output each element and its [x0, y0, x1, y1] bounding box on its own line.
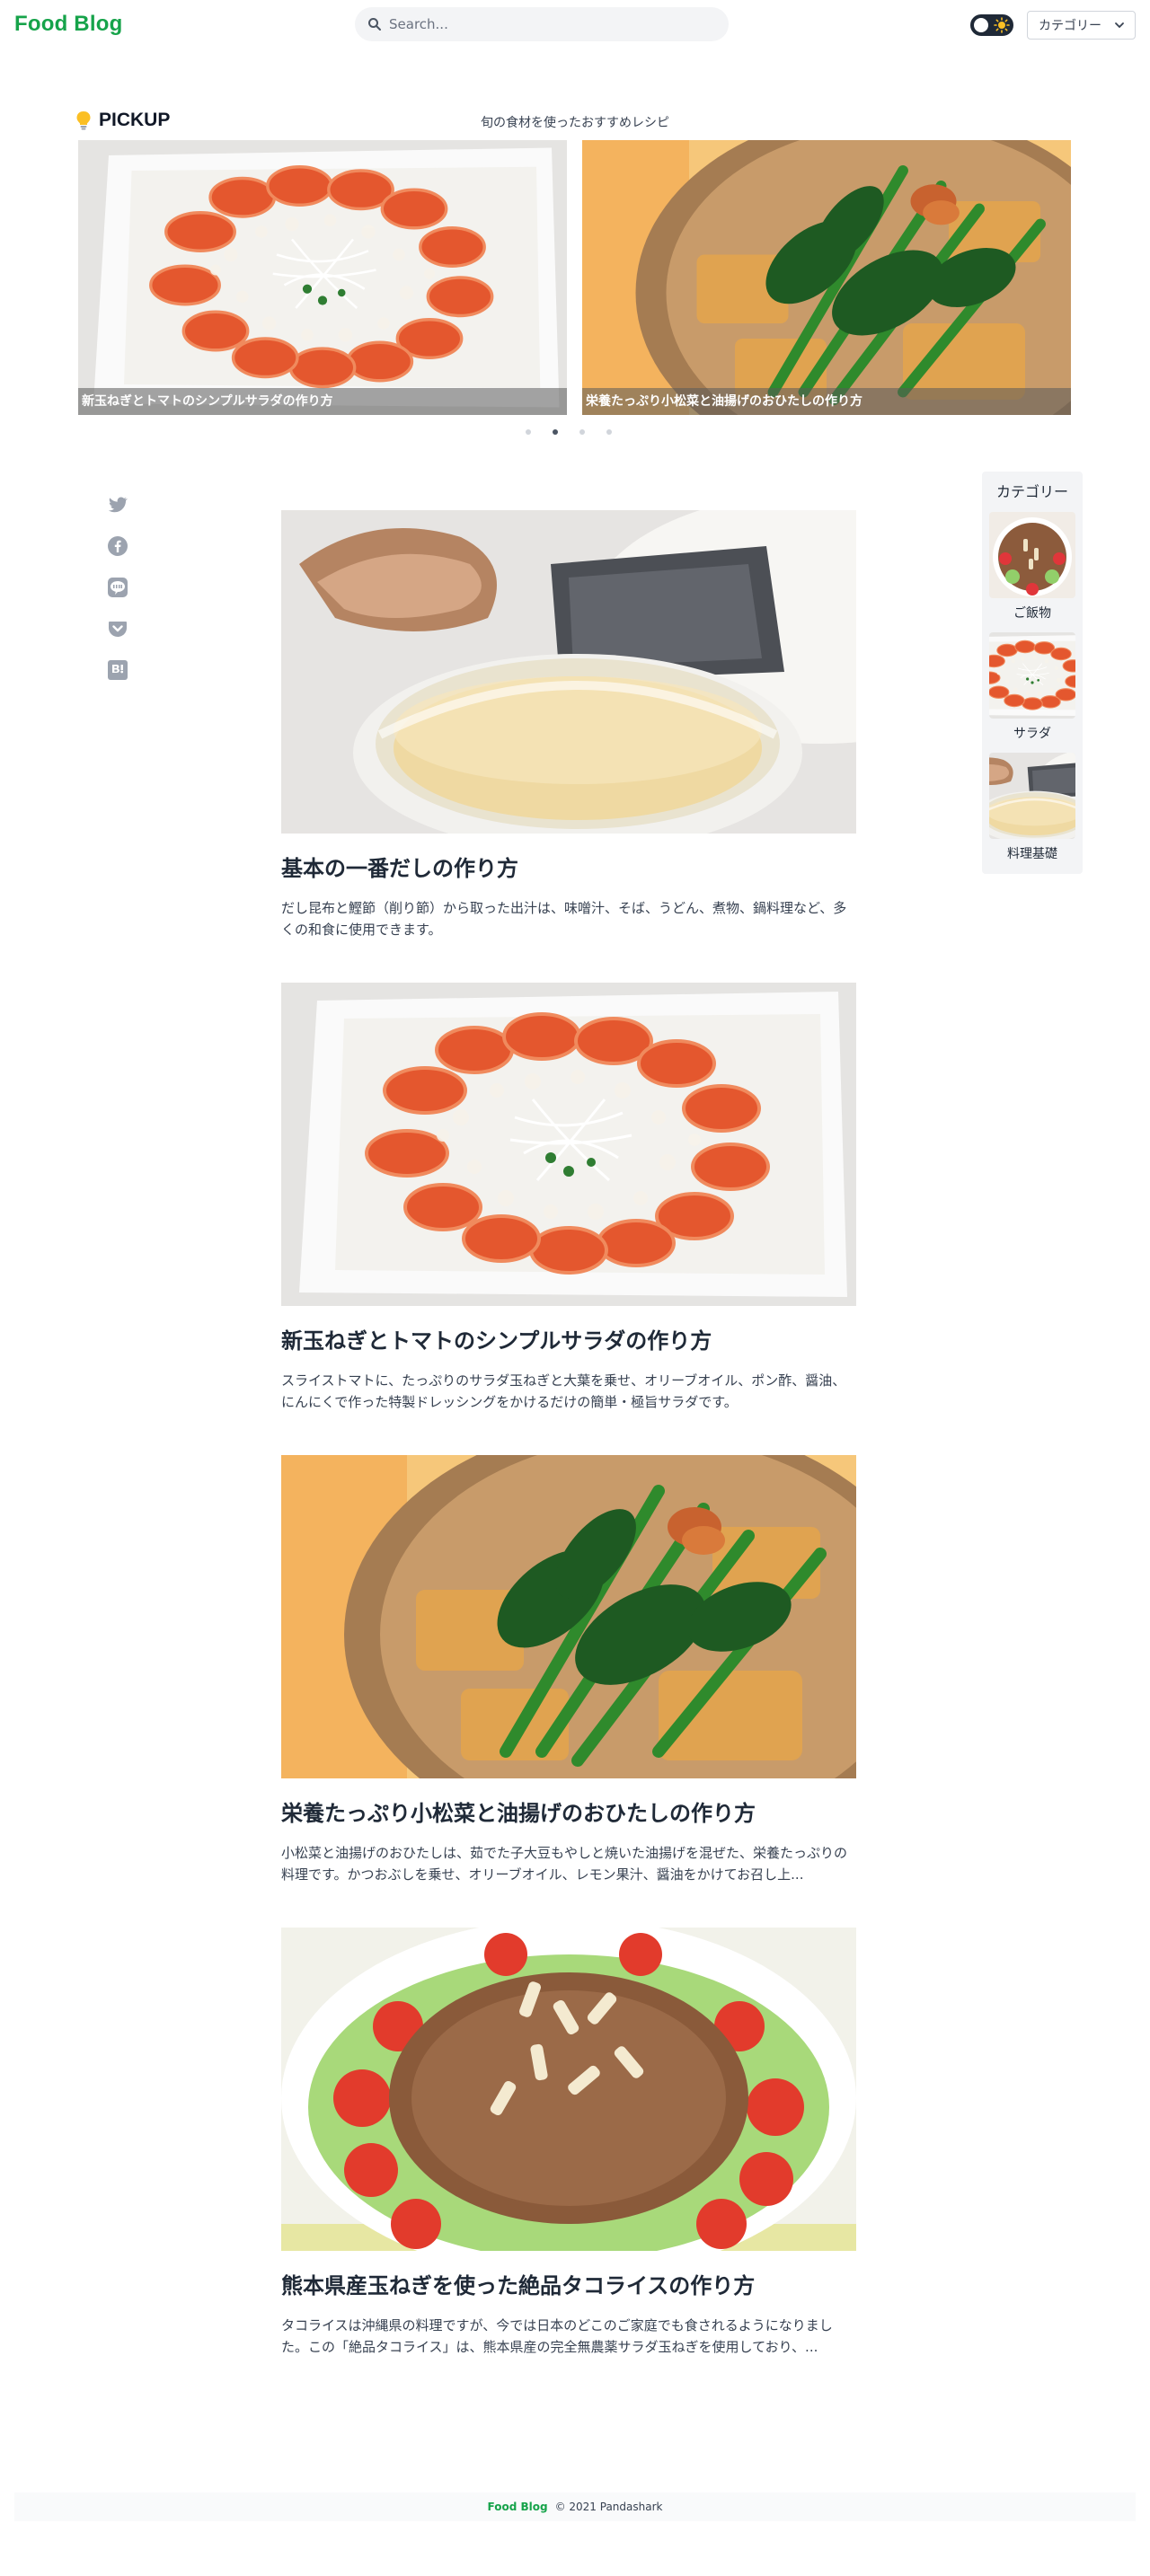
carousel-dot[interactable]: [606, 429, 612, 435]
recipe-thumbnail[interactable]: [281, 983, 856, 1306]
category-sidebar: カテゴリー ご飯物 サラダ 料理基礎: [982, 472, 1083, 874]
category-item-basics[interactable]: 料理基礎: [989, 753, 1075, 862]
search-input[interactable]: [389, 16, 712, 32]
site-footer: Food Blog © 2021 Pandashark: [14, 2492, 1136, 2521]
recipe-title[interactable]: 基本の一番だしの作り方: [281, 855, 856, 883]
pocket-icon[interactable]: [107, 618, 128, 640]
slide-image: [582, 140, 1071, 415]
category-image: [989, 632, 1075, 719]
carousel-dot-active[interactable]: [553, 429, 558, 435]
recipe-thumbnail[interactable]: [281, 1928, 856, 2251]
carousel-dots: [526, 429, 633, 435]
twitter-icon[interactable]: [107, 494, 128, 516]
search-icon: [368, 18, 381, 31]
recipe-excerpt: スライストマトに、たっぷりのサラダ玉ねぎと大葉を乗せ、オリーブオイル、ポン酢、醤…: [281, 1372, 846, 1411]
recipe-title[interactable]: 栄養たっぷり小松菜と油揚げのおひたしの作り方: [281, 1800, 856, 1828]
recipe-thumbnail[interactable]: [281, 510, 856, 834]
recipe-card[interactable]: 新玉ねぎとトマトのシンプルサラダの作り方 スライストマトに、たっぷりのサラダ玉ね…: [281, 983, 856, 1413]
site-header: Food Blog カテゴリー: [0, 0, 1150, 50]
slide-caption: 栄養たっぷり小松菜と油揚げのおひたしの作り方: [582, 388, 1071, 415]
line-icon[interactable]: [107, 577, 128, 598]
main-content: レシピ一覧 基本の一番だしの作り方 だし昆布と鰹節（削り節）から取った出汁は、味…: [0, 449, 1150, 2468]
category-label: ご飯物: [1013, 606, 1051, 621]
chevron-down-icon: [1115, 22, 1124, 29]
slide-image: [78, 140, 567, 415]
sun-icon: [994, 17, 1010, 33]
category-item-rice[interactable]: ご飯物: [989, 512, 1075, 622]
toggle-knob: [974, 18, 988, 32]
category-dropdown-label: カテゴリー: [1039, 19, 1101, 33]
recipe-card[interactable]: 熊本県産玉ねぎを使った絶品タコライスの作り方 タコライスは沖縄県の料理ですが、今…: [281, 1928, 856, 2358]
slide-caption: 新玉ねぎとトマトのシンプルサラダの作り方: [78, 388, 567, 415]
category-label: サラダ: [1013, 727, 1051, 741]
recipe-card[interactable]: 基本の一番だしの作り方 だし昆布と鰹節（削り節）から取った出汁は、味噌汁、そば、…: [281, 510, 856, 940]
carousel-dot[interactable]: [579, 429, 585, 435]
carousel-dot[interactable]: [526, 429, 531, 435]
footer-copyright: © 2021 Pandashark: [554, 2501, 663, 2513]
search-bar[interactable]: [355, 7, 729, 41]
hatena-bookmark-icon[interactable]: [107, 659, 128, 681]
category-label: 料理基礎: [1007, 847, 1057, 861]
recipe-title[interactable]: 新玉ねぎとトマトのシンプルサラダの作り方: [281, 1328, 856, 1355]
pickup-section: PICKUP 旬の食材を使ったおすすめレシピ 新玉ねぎとトマトのシンプルサラダの…: [0, 50, 1150, 449]
sidebar-title: カテゴリー: [995, 483, 1068, 500]
category-dropdown[interactable]: カテゴリー: [1027, 11, 1136, 40]
recipe-excerpt: だし昆布と鰹節（削り節）から取った出汁は、味噌汁、そば、うどん、煮物、鍋料理など…: [281, 900, 847, 939]
footer-brand[interactable]: Food Blog: [488, 2501, 548, 2513]
site-logo[interactable]: Food Blog: [14, 12, 122, 37]
recipe-card[interactable]: 栄養たっぷり小松菜と油揚げのおひたしの作り方 小松菜と油揚げのおひたしは、茹でた…: [281, 1455, 856, 1885]
category-image: [989, 512, 1075, 598]
category-image: [989, 753, 1075, 839]
pickup-slide[interactable]: 新玉ねぎとトマトのシンプルサラダの作り方: [78, 140, 567, 415]
category-item-salad[interactable]: サラダ: [989, 632, 1075, 742]
pickup-slide[interactable]: 栄養たっぷり小松菜と油揚げのおひたしの作り方: [582, 140, 1071, 415]
theme-toggle[interactable]: [970, 14, 1013, 36]
recipe-thumbnail[interactable]: [281, 1455, 856, 1778]
pickup-subtitle: 旬の食材を使ったおすすめレシピ: [481, 116, 669, 130]
recipe-excerpt: 小松菜と油揚げのおひたしは、茹でた子大豆もやしと焼いた油揚げを混ぜた、栄養たっぷ…: [281, 1845, 848, 1883]
recipe-excerpt: タコライスは沖縄県の料理ですが、今では日本のどこのご家庭でも食されるようになりま…: [281, 2317, 833, 2356]
recipe-title[interactable]: 熊本県産玉ねぎを使った絶品タコライスの作り方: [281, 2272, 856, 2300]
